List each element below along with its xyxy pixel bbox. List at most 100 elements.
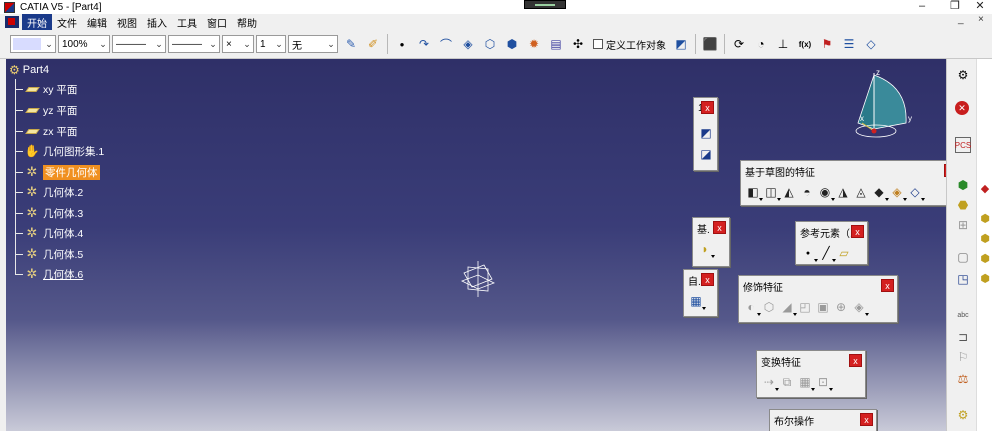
flag-icon[interactable]: ⬣ [955,197,971,213]
positioned-sketch-icon[interactable]: ◪ [698,146,714,162]
hole-icon[interactable]: ◉ [817,184,835,201]
extrude-surface-icon[interactable]: ◈ [459,35,477,53]
tree-node-zx-plane[interactable]: zx 平面 [15,123,77,139]
sketch-icon[interactable]: ◩ [672,35,690,53]
compass-tool-handle[interactable] [524,0,566,9]
join-icon[interactable]: ⬡ [481,35,499,53]
tree-node-geometrical-set[interactable]: ✋ 几何图形集.1 [15,143,104,159]
pocket-icon[interactable]: ◫ [763,184,781,201]
gear-icon[interactable]: ⚙ [955,67,971,83]
menu-start[interactable]: 开始 [22,13,52,31]
slot-icon[interactable]: ◬ [853,184,869,200]
close-sketcher-toolbar-button[interactable]: x [701,101,714,114]
close-boolean-toolbar-button[interactable]: x [860,413,873,426]
record-icon[interactable]: ◆ [979,181,991,195]
update-icon[interactable]: ⟳ [730,35,748,53]
text-icon[interactable]: abc [955,307,971,323]
close-self-toolbar-button[interactable]: x [701,273,714,286]
flag-note-icon[interactable]: ⚐ [955,349,971,365]
hex-nut-icon[interactable]: ⬢ [979,271,991,285]
tree-root-part[interactable]: ⚙ Part4 [9,63,49,77]
hex-nut-icon[interactable]: ⬢ [979,211,991,225]
design-table-icon[interactable]: ☰ [840,35,858,53]
solid-combine-icon[interactable]: ◗ [697,241,715,258]
close-reference-toolbar-button[interactable]: x [851,225,864,238]
color-combo[interactable]: ⌄ [10,35,56,53]
measure-icon[interactable]: ◔ [752,35,770,53]
tree-node-body-3[interactable]: ✲ 几何体.3 [15,205,83,221]
menu-window[interactable]: 窗口 [202,14,232,31]
grid-icon[interactable]: ⊞ [955,217,971,233]
close-transform-toolbar-button[interactable]: x [849,354,862,367]
hex-nut-icon[interactable]: ⬢ [979,251,991,265]
doc-minimize-button[interactable]: _ [958,14,964,25]
minimize-button[interactable]: – [912,0,932,14]
tree-node-body-6[interactable]: ✲ 几何体.6 [15,266,83,282]
define-work-object-checkbox[interactable] [593,39,603,49]
callout-icon[interactable]: ⊐ [955,329,971,345]
split-icon[interactable]: ⬢ [503,35,521,53]
transparency-combo[interactable]: 100% ⌄ [58,35,110,53]
menu-file[interactable]: 文件 [52,14,82,31]
point-symbol-combo[interactable]: × ⌄ [222,35,254,53]
hex-nut-icon[interactable]: ⬢ [979,231,991,245]
table-icon[interactable]: ▤ [547,35,565,53]
line-icon[interactable]: ╱ [818,245,836,262]
assembly-icon[interactable]: ⚙ [955,407,971,423]
menu-tools[interactable]: 工具 [172,14,202,31]
menu-edit[interactable]: 编辑 [82,14,112,31]
axis-system-icon[interactable] [458,259,498,299]
measure-icon[interactable]: ▦ [688,293,706,310]
close-window-button[interactable]: ✕ [970,0,990,14]
tree-node-part-body[interactable]: ✲ 零件几何体 [15,164,100,180]
analysis-icon[interactable]: ✹ [525,35,543,53]
hybrid-icon[interactable]: ⬢ [955,177,971,193]
doc-close-button[interactable]: × [978,14,984,25]
scaling-icon[interactable]: ⊡ [815,374,833,391]
menu-help[interactable]: 帮助 [232,14,262,31]
loft-icon[interactable]: ◈ [889,184,907,201]
tree-node-body-2[interactable]: ✲ 几何体.2 [15,184,83,200]
axis-icon[interactable]: ⊥ [774,35,792,53]
stiffener-icon[interactable]: ◆ [871,184,889,201]
formula-icon[interactable]: f(x) [796,35,814,53]
pad-icon[interactable]: ◧ [745,184,763,201]
pattern-icon[interactable]: ▦ [797,374,815,391]
close-dress-up-toolbar-button[interactable]: x [881,279,894,292]
shaft-icon[interactable]: ◭ [781,184,797,200]
tree-node-body-4[interactable]: ✲ 几何体.4 [15,225,83,241]
translation-icon[interactable]: ⇢ [761,374,779,391]
linewidth-combo[interactable]: ——— ⌄ [112,35,166,53]
annotation-icon[interactable]: ⚖ [955,371,971,387]
compass-widget[interactable]: z y x [848,67,918,147]
frame-icon[interactable]: ◳ [955,271,971,287]
thickness-icon[interactable]: ▣ [815,299,831,315]
sweep-icon[interactable]: ⌒ [437,35,455,53]
format-painter-icon[interactable]: ✎ [342,35,360,53]
eraser-icon[interactable]: ◇ [862,35,880,53]
mirror-icon[interactable]: ⧉ [779,374,795,390]
paint-brush-icon[interactable]: ✐ [364,35,382,53]
point-icon[interactable]: ● [800,245,818,262]
close-basic-toolbar-button[interactable]: x [713,221,726,234]
menu-view[interactable]: 视图 [112,14,142,31]
thread-icon[interactable]: ⊕ [833,299,849,315]
layer-name-combo[interactable]: 无 ⌄ [288,35,338,53]
remove-face-icon[interactable]: ◈ [851,299,869,316]
box-icon[interactable]: ▢ [955,249,971,265]
3d-viewport[interactable]: ⚙ Part4 xy 平面 yz 平面 zx 平面 ✋ 几何图形集.1 ✲ 零件… [6,59,946,431]
spline-icon[interactable]: ↷ [415,35,433,53]
tree-node-xy-plane[interactable]: xy 平面 [15,81,77,97]
groove-icon[interactable]: ◓ [799,184,815,200]
fillet-icon[interactable]: ◐ [743,299,761,316]
knowledge-icon[interactable]: ⚑ [818,35,836,53]
point-icon[interactable]: ● [393,35,411,53]
plane-icon[interactable]: ▱ [836,245,852,261]
stop-icon[interactable]: ✕ [955,101,969,115]
menu-insert[interactable]: 插入 [142,14,172,31]
shell-icon[interactable]: ◰ [797,299,813,315]
tree-node-body-5[interactable]: ✲ 几何体.5 [15,246,83,262]
document-icon[interactable] [5,16,19,28]
tree-node-yz-plane[interactable]: yz 平面 [15,102,77,118]
sketch-icon[interactable]: ◩ [698,125,714,141]
